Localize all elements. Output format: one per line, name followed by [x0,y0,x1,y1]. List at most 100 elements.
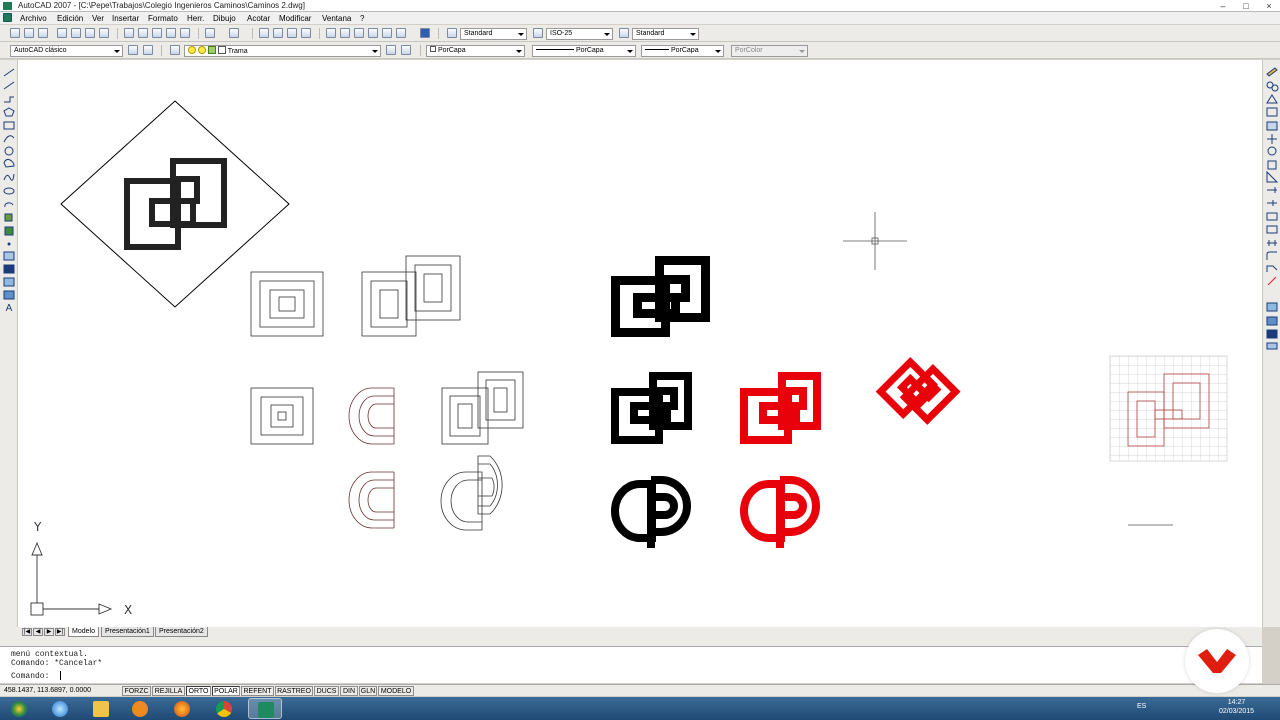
toggle-forzc[interactable]: FORZC [122,686,151,696]
arc-outline-upper[interactable] [348,387,395,445]
layer-previous-icon[interactable] [401,45,411,55]
publish-icon[interactable] [85,28,95,38]
toggle-polar[interactable]: POLAR [212,686,240,696]
layer-select[interactable]: Trama [184,45,381,57]
print-icon[interactable] [57,28,67,38]
zoom-window-icon[interactable] [287,28,297,38]
drawing-svg[interactable]: Y X [18,60,1262,627]
table-style-select[interactable]: Standard [632,28,699,40]
concentric-squares-large[interactable] [250,271,324,337]
redo-icon[interactable] [229,28,239,38]
command-prompt[interactable]: Comando: [11,672,49,681]
overlapping-squares-outline-1[interactable] [361,255,461,337]
toggle-gln[interactable]: GLN [359,686,377,696]
logo-red-rounded[interactable] [740,476,820,548]
tab-presentacion2[interactable]: Presentación2 [155,627,208,637]
menu-acotar[interactable]: Acotar [247,14,270,23]
concentric-squares-small[interactable] [250,387,314,445]
logo-red-square[interactable] [740,372,821,444]
last-tab-icon[interactable]: ▶| [55,628,65,636]
text-style-select[interactable]: Standard [460,28,527,40]
new-icon[interactable] [10,28,20,38]
multiline-text-icon[interactable]: A [4,304,14,314]
prev-tab-icon[interactable]: ◀ [33,628,43,636]
zoom-previous-icon[interactable] [301,28,311,38]
document-icon[interactable] [3,13,12,22]
start-button[interactable] [2,698,36,719]
menu-archivo[interactable]: Archivo [20,14,47,23]
workspace-settings-icon[interactable] [128,45,138,55]
workspace-select[interactable]: AutoCAD clásico [10,45,123,57]
markup-icon[interactable] [382,28,392,38]
design-center-icon[interactable] [340,28,350,38]
overlapping-squares-outline-2[interactable] [441,371,524,445]
restore-button[interactable]: □ [1240,1,1252,11]
text-style-icon[interactable] [447,28,457,38]
system-clock[interactable]: 14:27 02/03/2015 [1219,698,1254,716]
logo-red-rotated[interactable] [875,354,961,429]
toggle-orto[interactable]: ORTO [186,686,211,696]
menu-help[interactable]: ? [360,14,364,23]
undo-icon[interactable] [205,28,215,38]
menu-ver[interactable]: Ver [92,14,104,23]
coordinates-readout[interactable]: 458.1437, 113.6897, 0.0000 [4,687,91,694]
sheet-set-icon[interactable] [368,28,378,38]
toggle-din[interactable]: DIN [340,686,358,696]
print-preview-icon[interactable] [71,28,81,38]
make-object-layer-current-icon[interactable] [386,45,396,55]
match-properties-icon[interactable] [166,28,176,38]
open-icon[interactable] [24,28,34,38]
cut-icon[interactable] [124,28,134,38]
toggle-refent[interactable]: REFENT [241,686,274,696]
toggle-rejilla[interactable]: REJILLA [152,686,185,696]
save-icon[interactable] [38,28,48,38]
tab-modelo[interactable]: Modelo [68,627,99,637]
next-tab-icon[interactable]: ▶ [44,628,54,636]
interlocked-arcs-outline[interactable] [440,455,503,531]
menu-edicion[interactable]: Edición [57,14,83,23]
table-style-icon[interactable] [619,28,629,38]
logo-black-rounded[interactable] [611,476,691,548]
menu-dibujo[interactable]: Dibujo [213,14,236,23]
quickcalc-icon[interactable] [396,28,406,38]
menu-formato[interactable]: Formato [148,14,178,23]
copy-icon[interactable] [138,28,148,38]
menu-herr[interactable]: Herr. [187,14,204,23]
tab-presentacion1[interactable]: Presentación1 [101,627,154,637]
help-icon[interactable] [420,28,430,38]
logo-diamond-frame[interactable] [60,100,290,308]
file-explorer-icon[interactable] [84,698,118,719]
dim-style-select[interactable]: ISO-25 [546,28,613,40]
plotstyle-select[interactable]: PorColor [731,45,808,57]
drawing-area[interactable]: Y X [18,60,1262,627]
first-tab-icon[interactable]: |◀ [22,628,32,636]
toggle-rastreo[interactable]: RASTREO [275,686,313,696]
toggle-ducs[interactable]: DUCS [314,686,339,696]
autocad-taskbar-icon[interactable] [248,698,282,719]
logo-black-medium[interactable] [611,372,692,444]
linetype-select[interactable]: PorCapa [532,45,636,57]
command-line[interactable]: menú contextual. Comando: *Cancelar* Com… [0,646,1262,683]
media-player-icon[interactable] [123,698,157,719]
menu-ventana[interactable]: Ventana [322,14,351,23]
plot-icon[interactable] [99,28,109,38]
dim-style-icon[interactable] [533,28,543,38]
properties-icon[interactable] [326,28,336,38]
internet-explorer-icon[interactable] [43,698,77,719]
arc-outline-lower[interactable] [348,471,395,529]
menu-modificar[interactable]: Modificar [279,14,311,23]
chrome-icon[interactable] [207,698,241,719]
layer-manager-icon[interactable] [170,45,180,55]
splitter[interactable] [0,637,1262,646]
close-button[interactable]: × [1263,1,1275,11]
paste-icon[interactable] [152,28,162,38]
tool-palettes-icon[interactable] [354,28,364,38]
zoom-realtime-icon[interactable] [273,28,283,38]
lineweight-select[interactable]: PorCapa [641,45,724,57]
workspace-save-icon[interactable] [143,45,153,55]
logo-on-grid[interactable] [1109,355,1228,462]
color-select[interactable]: PorCapa [426,45,525,57]
block-editor-icon[interactable] [180,28,190,38]
toggle-modelo[interactable]: MODELO [378,686,414,696]
pan-icon[interactable] [259,28,269,38]
